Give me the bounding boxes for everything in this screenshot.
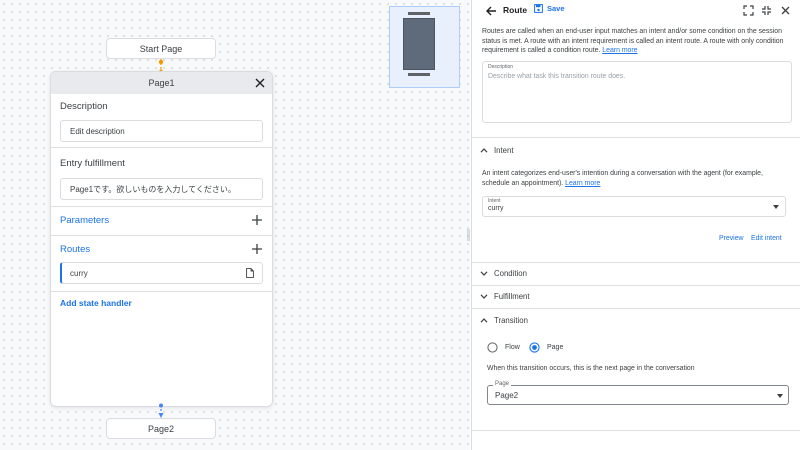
parameters-label: Parameters — [60, 214, 110, 226]
panel-header: Route Save — [472, 0, 800, 22]
intent-description: An intent categorizes end-user's intenti… — [482, 169, 792, 188]
chevron-down-icon — [480, 294, 488, 299]
parameters-row[interactable]: Parameters — [60, 210, 263, 230]
transition-section-header[interactable]: Transition — [480, 316, 528, 325]
flow-radio[interactable]: Flow — [487, 342, 520, 353]
end-connector — [158, 403, 164, 418]
description-input[interactable]: Description Describe what task this tran… — [482, 61, 792, 123]
description-field-value: Edit description — [70, 126, 125, 136]
intent-select-label: Intent — [488, 198, 501, 204]
description-section-title: Description — [60, 101, 108, 112]
divider — [472, 137, 800, 138]
routes-label: Routes — [60, 243, 91, 255]
preview-link[interactable]: Preview — [719, 235, 744, 242]
intent-select-value: curry — [488, 205, 504, 212]
back-arrow-icon[interactable] — [485, 5, 497, 17]
page1-card-header: Page1 — [51, 72, 272, 94]
page-radio[interactable]: Page — [529, 342, 563, 353]
divider — [472, 285, 800, 286]
collapse-icon[interactable] — [761, 5, 772, 16]
chevron-down-icon — [480, 271, 488, 276]
minimap-start-node — [408, 12, 430, 15]
minimap-page-node — [403, 18, 435, 70]
radio-unchecked-icon — [487, 342, 498, 353]
routes-row[interactable]: Routes — [60, 239, 263, 259]
chevron-up-icon — [480, 148, 488, 153]
close-icon[interactable] — [780, 5, 791, 16]
page-select-label: Page — [493, 381, 512, 387]
transition-note: When this transition occurs, this is the… — [487, 365, 695, 372]
page1-card[interactable]: Page1 Description Edit description Entry… — [50, 71, 273, 407]
page2-node-label: Page2 — [147, 423, 175, 434]
intent-section-header[interactable]: Intent — [480, 146, 514, 155]
add-parameter-icon[interactable] — [251, 214, 263, 226]
entry-fulfillment-value: Page1です。欲しいものを入力してください。 — [70, 184, 236, 194]
intro-learn-more-link[interactable]: Learn more — [602, 47, 637, 54]
description-input-label: Description — [488, 64, 514, 70]
entry-fulfillment-title: Entry fulfillment — [60, 158, 125, 169]
chevron-up-icon — [480, 318, 488, 323]
intent-description-body: An intent categorizes end-user's intenti… — [482, 170, 763, 187]
divider — [472, 430, 800, 431]
transition-section-title: Transition — [494, 316, 528, 325]
fulfillment-section-title: Fulfillment — [494, 292, 530, 301]
minimap-end-node — [408, 73, 430, 76]
condition-section-title: Condition — [494, 269, 527, 278]
divider — [472, 308, 800, 309]
route-panel: Route Save Routes are called when an end… — [471, 0, 800, 450]
entry-fulfillment-field[interactable]: Page1です。欲しいものを入力してください。 — [60, 178, 263, 200]
route-item[interactable]: curry — [60, 262, 263, 284]
page-select[interactable]: Page Page2 — [487, 381, 789, 405]
flow-radio-label: Flow — [505, 344, 520, 351]
dropdown-arrow-icon — [777, 394, 783, 398]
save-icon — [534, 4, 543, 13]
description-placeholder: Describe what task this transition route… — [488, 73, 626, 80]
save-label: Save — [547, 4, 565, 13]
start-page-node[interactable]: Start Page — [106, 38, 216, 59]
document-icon — [246, 268, 254, 278]
minimap[interactable] — [389, 6, 460, 88]
intent-select[interactable]: Intent curry — [482, 196, 786, 217]
route-item-label: curry — [70, 268, 88, 278]
condition-section-header[interactable]: Condition — [480, 269, 527, 278]
fullscreen-icon[interactable] — [743, 5, 754, 16]
description-field[interactable]: Edit description — [60, 120, 263, 142]
page-select-value: Page2 — [495, 391, 519, 400]
add-route-icon[interactable] — [251, 243, 263, 255]
divider — [472, 262, 800, 263]
radio-checked-icon — [529, 342, 540, 353]
page2-node[interactable]: Page2 — [106, 418, 216, 439]
edit-intent-link[interactable]: Edit intent — [751, 235, 782, 242]
intent-section-title: Intent — [494, 146, 514, 155]
close-icon[interactable] — [253, 76, 267, 90]
panel-title: Route — [503, 5, 528, 15]
page1-card-title: Page1 — [148, 78, 175, 88]
save-button[interactable]: Save — [534, 4, 565, 13]
resize-handle-icon[interactable] — [467, 229, 470, 241]
route-intro-text: Routes are called when an end-user input… — [482, 27, 792, 56]
add-state-handler-link[interactable]: Add state handler — [60, 298, 263, 308]
start-page-label: Start Page — [139, 43, 183, 54]
flow-canvas[interactable]: Start Page Page1 Description Edit descri… — [0, 0, 470, 450]
intent-learn-more-link[interactable]: Learn more — [565, 180, 600, 187]
dropdown-arrow-icon — [773, 205, 779, 209]
page-radio-label: Page — [547, 344, 564, 351]
fulfillment-section-header[interactable]: Fulfillment — [480, 292, 530, 301]
